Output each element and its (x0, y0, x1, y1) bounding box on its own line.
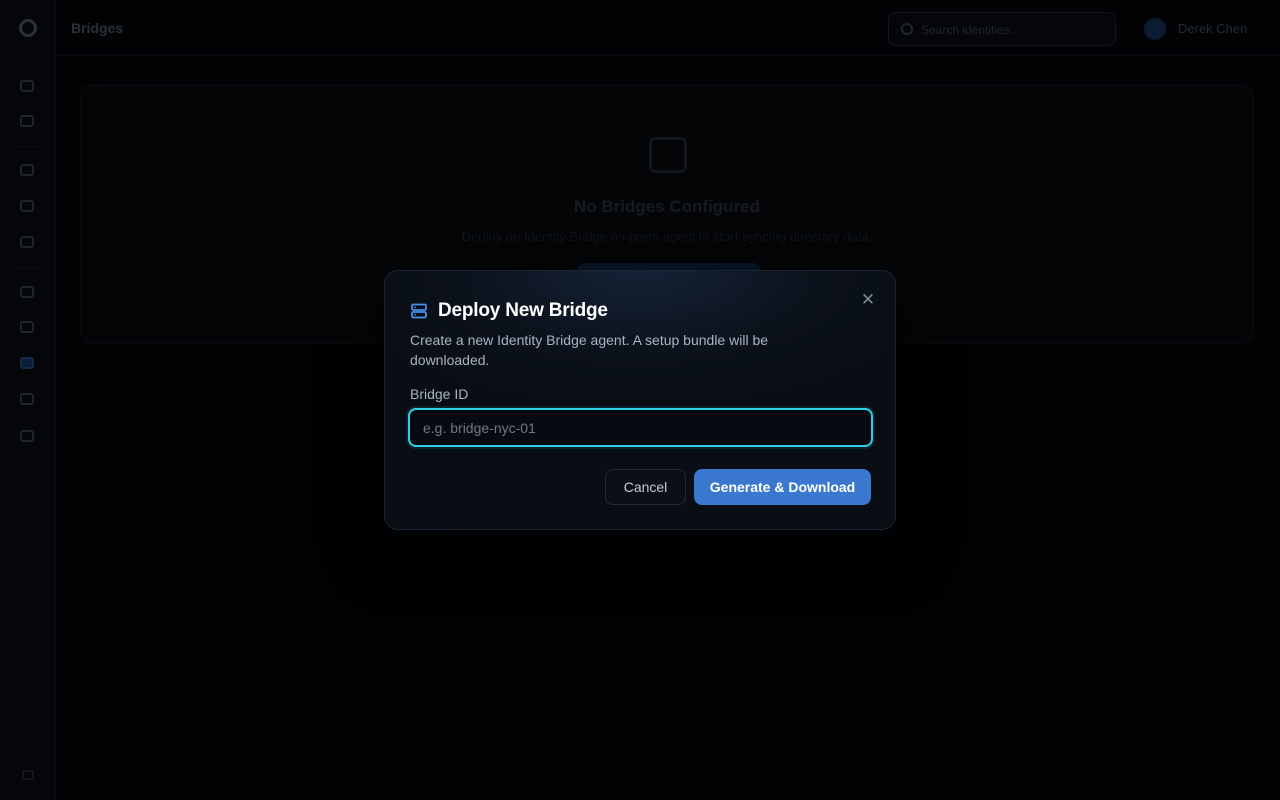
dialog-header: Deploy New Bridge (410, 299, 608, 323)
generate-download-button[interactable]: Generate & Download (694, 469, 871, 505)
dialog-description: Create a new Identity Bridge agent. A se… (410, 332, 769, 368)
bridge-id-label: Bridge ID (410, 386, 469, 402)
server-icon (411, 303, 427, 319)
bridge-id-input[interactable] (408, 408, 873, 447)
deploy-bridge-dialog: ✕ Deploy New Bridge Create a new Identit… (384, 270, 896, 530)
dialog-title: Deploy New Bridge (438, 300, 608, 321)
cancel-button[interactable]: Cancel (605, 469, 686, 505)
close-icon[interactable]: ✕ (859, 291, 877, 309)
